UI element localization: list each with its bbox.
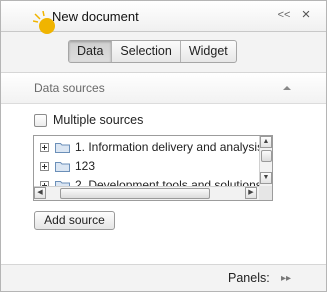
horizontal-scroll-thumb[interactable] <box>60 188 210 199</box>
data-sources-section: Data sources Multiple sources 1. Informa… <box>1 72 326 265</box>
multiple-sources-label: Multiple sources <box>53 113 144 127</box>
collapse-panel-button[interactable]: << <box>277 8 291 22</box>
vertical-scroll-thumb[interactable] <box>261 150 272 162</box>
data-sources-header[interactable]: Data sources <box>1 73 326 104</box>
section-title: Data sources <box>34 81 105 95</box>
panels-expand-icon[interactable]: ▸▸ <box>281 273 291 284</box>
vertical-scrollbar[interactable]: ▲ ▼ <box>259 136 272 186</box>
horizontal-scrollbar[interactable]: ◀ ▶ <box>34 186 259 200</box>
tree-item[interactable]: 123 <box>34 157 259 175</box>
scroll-corner <box>259 186 272 200</box>
tree-rows: 1. Information delivery and analysis 123… <box>34 136 259 186</box>
tree-item[interactable]: 2. Development tools and solutions <box>34 176 259 186</box>
collapse-up-icon[interactable] <box>283 85 291 91</box>
panels-label: Panels: <box>228 271 270 285</box>
scroll-left-button[interactable]: ◀ <box>34 187 46 199</box>
expand-plus-icon[interactable] <box>40 161 49 171</box>
scroll-down-button[interactable]: ▼ <box>260 172 272 184</box>
tree-item-label: 2. Development tools and solutions <box>75 178 259 186</box>
close-button[interactable]: × <box>299 7 313 23</box>
folder-icon <box>55 181 70 186</box>
multiple-sources-checkbox[interactable] <box>34 113 47 127</box>
panel-tabs: Data Selection Widget <box>68 40 237 63</box>
side-panel: New document << × Data Selection Widget … <box>0 0 327 292</box>
scroll-right-button[interactable]: ▶ <box>245 187 257 199</box>
data-source-tree: 1. Information delivery and analysis 123… <box>33 135 273 201</box>
tree-item-label: 1. Information delivery and analysis <box>75 140 259 154</box>
multiple-sources-option[interactable]: Multiple sources <box>34 112 143 128</box>
add-source-button[interactable]: Add source <box>34 211 115 230</box>
folder-icon <box>55 143 70 153</box>
tab-data[interactable]: Data <box>69 41 113 62</box>
scroll-up-button[interactable]: ▲ <box>260 136 272 148</box>
document-title: New document <box>52 9 139 24</box>
tree-item-label: 123 <box>75 159 96 173</box>
tab-selection[interactable]: Selection <box>112 41 181 62</box>
folder-icon <box>55 162 70 172</box>
panel-titlebar: New document << × <box>1 1 326 34</box>
tree-item[interactable]: 1. Information delivery and analysis <box>34 138 259 156</box>
tab-widget[interactable]: Widget <box>181 41 236 62</box>
expand-plus-icon[interactable] <box>40 142 49 152</box>
